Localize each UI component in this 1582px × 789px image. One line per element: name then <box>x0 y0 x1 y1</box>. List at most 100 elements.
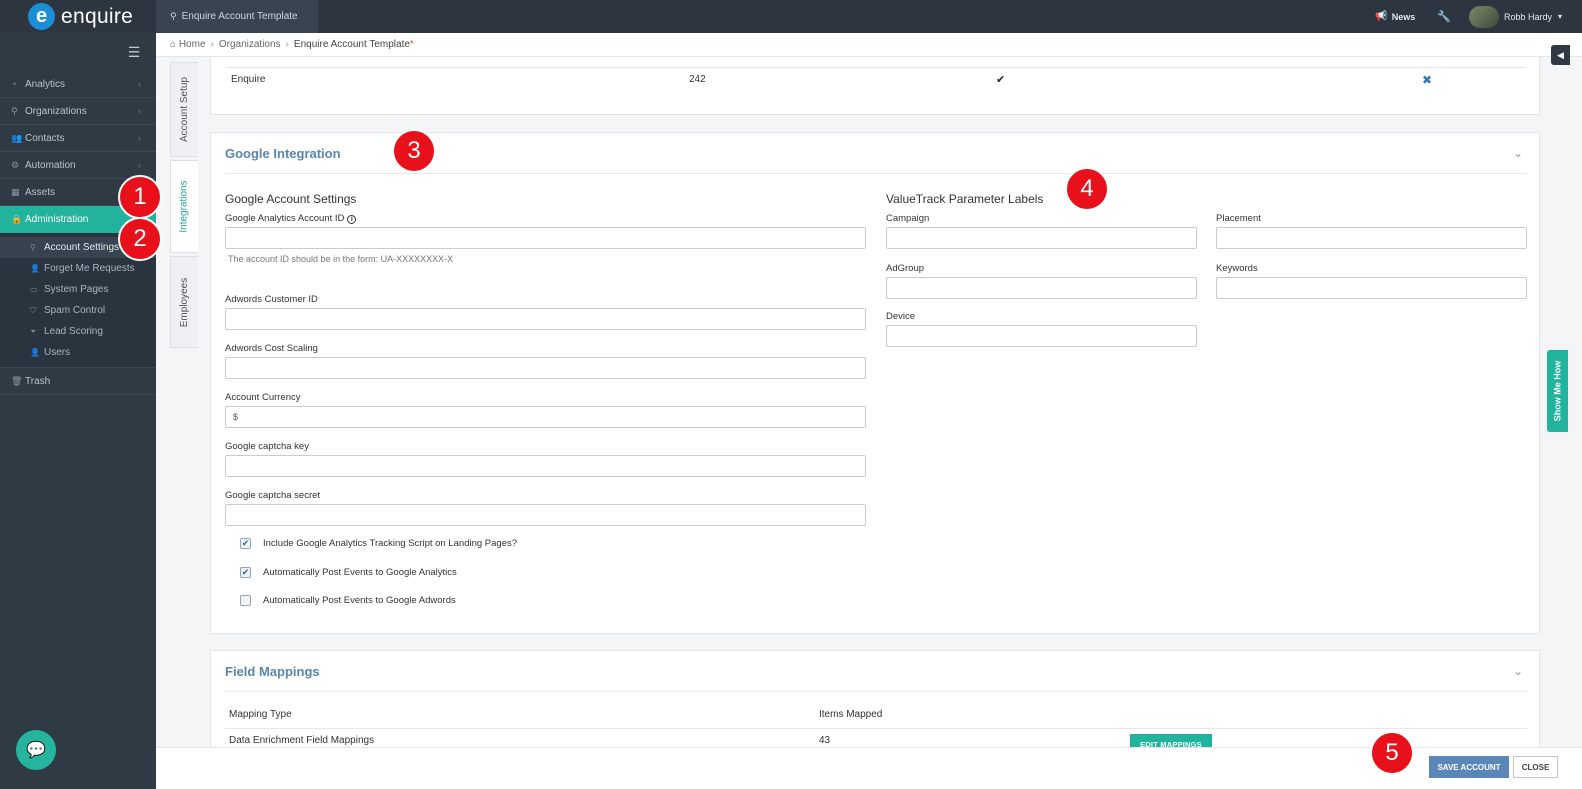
info-icon[interactable]: i <box>347 215 357 224</box>
lock-icon: 🔒 <box>11 214 23 224</box>
user-minus-icon: 👤 <box>30 264 40 273</box>
panel-toggle-icon[interactable]: ◀ <box>1551 45 1570 65</box>
sidebar-item-contacts[interactable]: 👥 Contacts ‹ <box>0 125 156 152</box>
breadcrumb-home[interactable]: Home <box>179 39 206 50</box>
currency-input[interactable]: $ <box>225 406 866 428</box>
subnav-item-label: Forget Me Requests <box>44 263 135 274</box>
chevron-left-icon: ‹ <box>138 106 141 116</box>
step-marker-2: 2 <box>118 217 162 261</box>
subnav-item-forget-me[interactable]: 👤 Forget Me Requests <box>0 258 156 279</box>
subnav-item-spam-control[interactable]: ⛉ Spam Control <box>0 300 156 321</box>
close-button[interactable]: CLOSE <box>1513 756 1558 778</box>
adwords-scaling-label: Adwords Cost Scaling <box>225 343 318 354</box>
checkbox-label: Automatically Post Events to Google Anal… <box>263 567 457 578</box>
device-input[interactable] <box>886 325 1197 347</box>
adgroup-input[interactable] <box>886 277 1197 299</box>
sidebar-item-label: Contacts <box>25 132 65 144</box>
field-mappings-panel: Field Mappings ⌄ Mapping Type Items Mapp… <box>210 650 1540 747</box>
chevron-left-icon: ‹ <box>138 133 141 143</box>
show-me-how-label: Show Me How <box>1552 360 1563 422</box>
captcha-key-input[interactable] <box>225 455 866 477</box>
sidebar-item-analytics[interactable]: ◔ Analytics ‹ <box>0 71 156 98</box>
top-tab-account-template[interactable]: ⚲ Enquire Account Template <box>156 0 318 33</box>
sidebar-item-label: Administration <box>25 214 89 225</box>
subnav-item-system-pages[interactable]: ▭ System Pages <box>0 279 156 300</box>
field-mappings-header[interactable]: Field Mappings ⌄ <box>225 651 1527 692</box>
sitemap-icon: ⚲ <box>170 11 177 21</box>
table-cell-name: Enquire <box>231 74 266 85</box>
subnav-item-lead-scoring[interactable]: ⏷ Lead Scoring <box>0 321 156 342</box>
breadcrumb-separator: › <box>210 39 214 50</box>
avatar[interactable] <box>1468 5 1499 28</box>
captcha-key-label: Google captcha key <box>225 441 309 452</box>
sidebar-item-label: Assets <box>25 186 56 198</box>
cb-include-tracking-row[interactable]: ✔ Include Google Analytics Tracking Scri… <box>240 538 517 549</box>
dashboard-icon: ◔ <box>11 79 17 89</box>
wrench-icon[interactable]: 🔧 <box>1437 10 1451 23</box>
adwords-scaling-input[interactable] <box>225 357 866 379</box>
campaign-input[interactable] <box>886 227 1197 249</box>
col-items-mapped: Items Mapped <box>819 709 883 720</box>
tab-integrations[interactable]: Integrations <box>170 160 198 253</box>
tab-employees[interactable]: Employees <box>170 256 198 348</box>
step-marker-4: 4 <box>1065 167 1109 211</box>
device-label: Device <box>886 311 916 322</box>
subnav-item-users[interactable]: 👤 Users <box>0 342 156 363</box>
step-marker-5: 5 <box>1370 731 1414 775</box>
remove-icon[interactable]: ✖ <box>1422 73 1432 87</box>
col-mapping-type: Mapping Type <box>229 709 292 720</box>
step-marker-3: 3 <box>392 129 436 173</box>
subnav-item-label: Account Settings <box>44 242 120 253</box>
hamburger-icon[interactable]: ☰ <box>126 45 142 59</box>
cb-post-analytics-row[interactable]: ✔ Automatically Post Events to Google An… <box>240 567 457 578</box>
checkbox-include-tracking[interactable]: ✔ <box>240 538 251 549</box>
show-me-how-tab[interactable]: Show Me How <box>1547 350 1568 432</box>
logo-text: enquire <box>61 4 134 28</box>
captcha-secret-input[interactable] <box>225 504 866 526</box>
placement-input[interactable] <box>1216 227 1527 249</box>
user-name[interactable]: Robb Hardy <box>1504 12 1552 22</box>
breadcrumb-organizations[interactable]: Organizations <box>219 39 281 50</box>
cell-mapping-type: Data Enrichment Field Mappings <box>229 735 375 746</box>
sidebar-item-automation[interactable]: ⚙ Automation ‹ <box>0 152 156 179</box>
news-link[interactable]: 📢 News <box>1375 11 1415 22</box>
adwords-id-input[interactable] <box>225 308 866 330</box>
adwords-id-label: Adwords Customer ID <box>225 294 318 305</box>
placement-label: Placement <box>1216 213 1261 224</box>
chevron-down-icon[interactable]: ▾ <box>1558 12 1562 21</box>
adgroup-label: AdGroup <box>886 263 925 274</box>
sitemap-icon: ⚲ <box>11 105 18 116</box>
chat-icon[interactable]: 💬 <box>16 730 56 770</box>
edit-mappings-button[interactable]: EDIT MAPPINGS <box>1130 734 1212 747</box>
chevron-down-icon[interactable]: ⌄ <box>1513 146 1523 160</box>
news-label: News <box>1391 11 1416 22</box>
subnav-item-label: Users <box>44 347 71 358</box>
check-icon: ✔ <box>996 74 1006 86</box>
shield-icon: ⛉ <box>30 305 36 315</box>
cell-items-mapped: 43 <box>819 735 831 746</box>
checkbox-post-adwords[interactable]: ✔ <box>240 595 251 606</box>
save-account-button[interactable]: SAVE ACCOUNT <box>1429 756 1509 778</box>
tab-account-setup[interactable]: Account Setup <box>170 62 198 157</box>
tab-label: Integrations <box>179 180 191 233</box>
keywords-input[interactable] <box>1216 277 1527 299</box>
top-right-controls: 📢 News 🔧 Robb Hardy ▾ <box>1375 0 1562 33</box>
cb-post-adwords-row[interactable]: ✔ Automatically Post Events to Google Ad… <box>240 595 456 606</box>
logo[interactable]: e enquire <box>0 0 156 33</box>
chevron-down-icon[interactable]: ⌄ <box>1513 664 1523 678</box>
table-header: Mapping Type Items Mapped <box>229 709 1527 727</box>
sidebar-item-trash[interactable]: 🗑 Trash <box>0 368 156 395</box>
grid-icon: ▦ <box>11 186 20 197</box>
ga-id-input[interactable] <box>225 227 866 249</box>
megaphone-icon: 📢 <box>1375 11 1388 22</box>
captcha-secret-label: Google captcha secret <box>225 490 321 501</box>
subnav-item-label: Lead Scoring <box>44 326 103 337</box>
table-cell-count: 242 <box>689 74 706 85</box>
currency-label: Account Currency <box>225 392 301 403</box>
chevron-left-icon: ‹ <box>138 160 141 170</box>
breadcrumb-current: Enquire Account Template <box>293 39 410 50</box>
window-icon: ▭ <box>30 285 38 294</box>
campaign-label: Campaign <box>886 213 930 224</box>
sidebar-item-organizations[interactable]: ⚲ Organizations ‹ <box>0 98 156 125</box>
checkbox-post-analytics[interactable]: ✔ <box>240 567 251 578</box>
